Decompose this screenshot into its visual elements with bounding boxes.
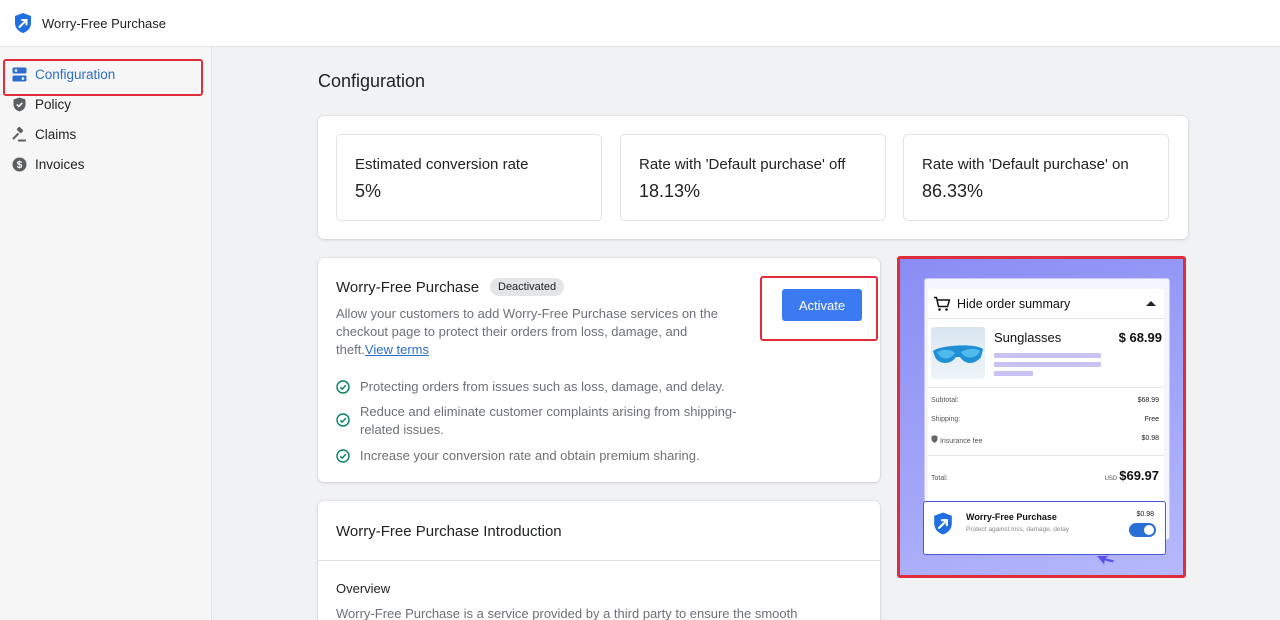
overview-label: Overview <box>336 581 391 596</box>
stat-label: Estimated conversion rate <box>355 156 529 173</box>
app-title: Worry-Free Purchase <box>42 15 167 31</box>
view-terms-link[interactable]: View terms <box>365 342 429 357</box>
stats-card: Estimated conversion rate 5% Rate with '… <box>318 116 1188 239</box>
sidebar-item-label: Claims <box>35 126 77 142</box>
benefit-text: Increase your conversion rate and obtain… <box>360 448 700 463</box>
divider <box>318 560 880 561</box>
check-circle-icon <box>336 413 350 427</box>
intro-card-title: Worry-Free Purchase Introduction <box>336 523 562 540</box>
svg-text:$: $ <box>16 160 22 171</box>
activate-button[interactable]: Activate <box>782 289 862 321</box>
top-bar: Worry-Free Purchase <box>0 0 1280 47</box>
product-name: Sunglasses <box>994 330 1062 345</box>
sidebar-item-label: Configuration <box>35 66 116 82</box>
stat-value: 86.33% <box>922 181 984 201</box>
insurance-row: Insurance fee $0.98 <box>931 435 1159 445</box>
check-circle-icon <box>336 380 350 394</box>
sidebar-item-policy[interactable]: Policy <box>0 89 211 119</box>
shield-arrow-icon <box>934 512 952 535</box>
checkout-preview: Hide order summary Sunglasses $ 68.99 Su… <box>897 256 1186 578</box>
intro-card: Worry-Free Purchase Introduction Overvie… <box>318 501 880 620</box>
divider <box>928 387 1164 388</box>
sidebar-item-configuration[interactable]: Configuration <box>0 59 211 96</box>
benefit-text: Reduce and eliminate customer complaints… <box>360 404 737 437</box>
total-amount-group: USD $69.97 <box>1105 468 1159 483</box>
total-row: Total: USD $69.97 <box>931 468 1159 483</box>
stat-label: Rate with 'Default purchase' off <box>639 156 846 173</box>
total-currency: USD <box>1104 476 1118 482</box>
sidebar-item-claims[interactable]: Claims <box>0 119 211 149</box>
cursor-arrow-icon <box>1097 555 1114 565</box>
shipping-value: Free <box>1144 416 1159 423</box>
stat-default-off-rate: Rate with 'Default purchase' off 18.13% <box>620 134 886 221</box>
wfp-option-price: $0.98 <box>1136 511 1154 518</box>
order-summary-mock: Hide order summary Sunglasses $ 68.99 Su… <box>928 289 1164 526</box>
check-circle-icon <box>336 449 350 463</box>
wfp-option-name: Worry-Free Purchase <box>966 512 1057 522</box>
summary-toggle-label: Hide order summary <box>957 296 1071 311</box>
divider <box>928 455 1164 456</box>
benefit-text: Protecting orders from issues such as lo… <box>360 379 725 394</box>
wfp-toggle <box>1129 523 1156 537</box>
subtotal-label: Subtotal: <box>931 397 959 404</box>
stat-value: 5% <box>355 181 382 201</box>
insurance-label: Insurance fee <box>939 438 983 445</box>
wfp-card: Worry-Free Purchase Deactivated Allow yo… <box>318 258 880 482</box>
gavel-icon <box>11 126 27 142</box>
subtotal-row: Subtotal: $68.99 <box>931 397 1159 404</box>
caret-up-icon <box>1146 301 1156 306</box>
cart-icon <box>934 296 951 311</box>
subtotal-value: $68.99 <box>1137 397 1159 404</box>
insurance-label-group: Insurance fee <box>931 435 982 445</box>
placeholder-bar <box>994 353 1101 358</box>
sidebar-item-invoices[interactable]: $ Invoices <box>0 149 211 179</box>
shield-small-icon <box>931 435 938 443</box>
status-badge: Deactivated <box>490 278 565 296</box>
total-value: $69.97 <box>1119 468 1159 483</box>
sunglasses-image <box>931 327 985 379</box>
insurance-value: $0.98 <box>1141 435 1159 442</box>
overview-text: Worry-Free Purchase is a service provide… <box>336 606 798 620</box>
stat-value: 18.13% <box>639 181 701 201</box>
stat-conversion-rate: Estimated conversion rate 5% <box>336 134 602 221</box>
dollar-circle-icon: $ <box>11 156 27 172</box>
placeholder-bar <box>994 371 1033 376</box>
sidebar-item-label: Invoices <box>35 156 85 172</box>
configuration-icon <box>11 66 27 82</box>
total-label: Total: <box>931 475 948 482</box>
shipping-row: Shipping: Free <box>931 416 1159 423</box>
shipping-label: Shipping: <box>931 416 961 423</box>
product-price: $ 68.99 <box>1118 330 1162 345</box>
sidebar: Configuration Policy Claims $ Invoices <box>0 47 212 620</box>
wfp-description: Allow your customers to add Worry-Free P… <box>336 305 738 359</box>
stat-default-on-rate: Rate with 'Default purchase' on 86.33% <box>903 134 1169 221</box>
placeholder-bar <box>994 362 1101 367</box>
benefit-item: Reduce and eliminate customer complaints… <box>336 403 766 439</box>
wfp-option-subtitle: Protect against loss, damage, delay <box>966 526 1069 533</box>
wfp-option-box: Worry-Free Purchase Protect against loss… <box>923 501 1166 555</box>
wfp-card-title: Worry-Free Purchase <box>336 279 480 296</box>
order-summary-header: Hide order summary <box>928 289 1164 319</box>
shield-icon <box>11 96 27 112</box>
stat-label: Rate with 'Default purchase' on <box>922 156 1129 173</box>
shield-arrow-icon <box>15 13 31 33</box>
benefit-item: Protecting orders from issues such as lo… <box>336 378 756 396</box>
benefit-item: Increase your conversion rate and obtain… <box>336 447 766 465</box>
sidebar-item-label: Policy <box>35 96 72 112</box>
page-title: Configuration <box>318 71 426 91</box>
